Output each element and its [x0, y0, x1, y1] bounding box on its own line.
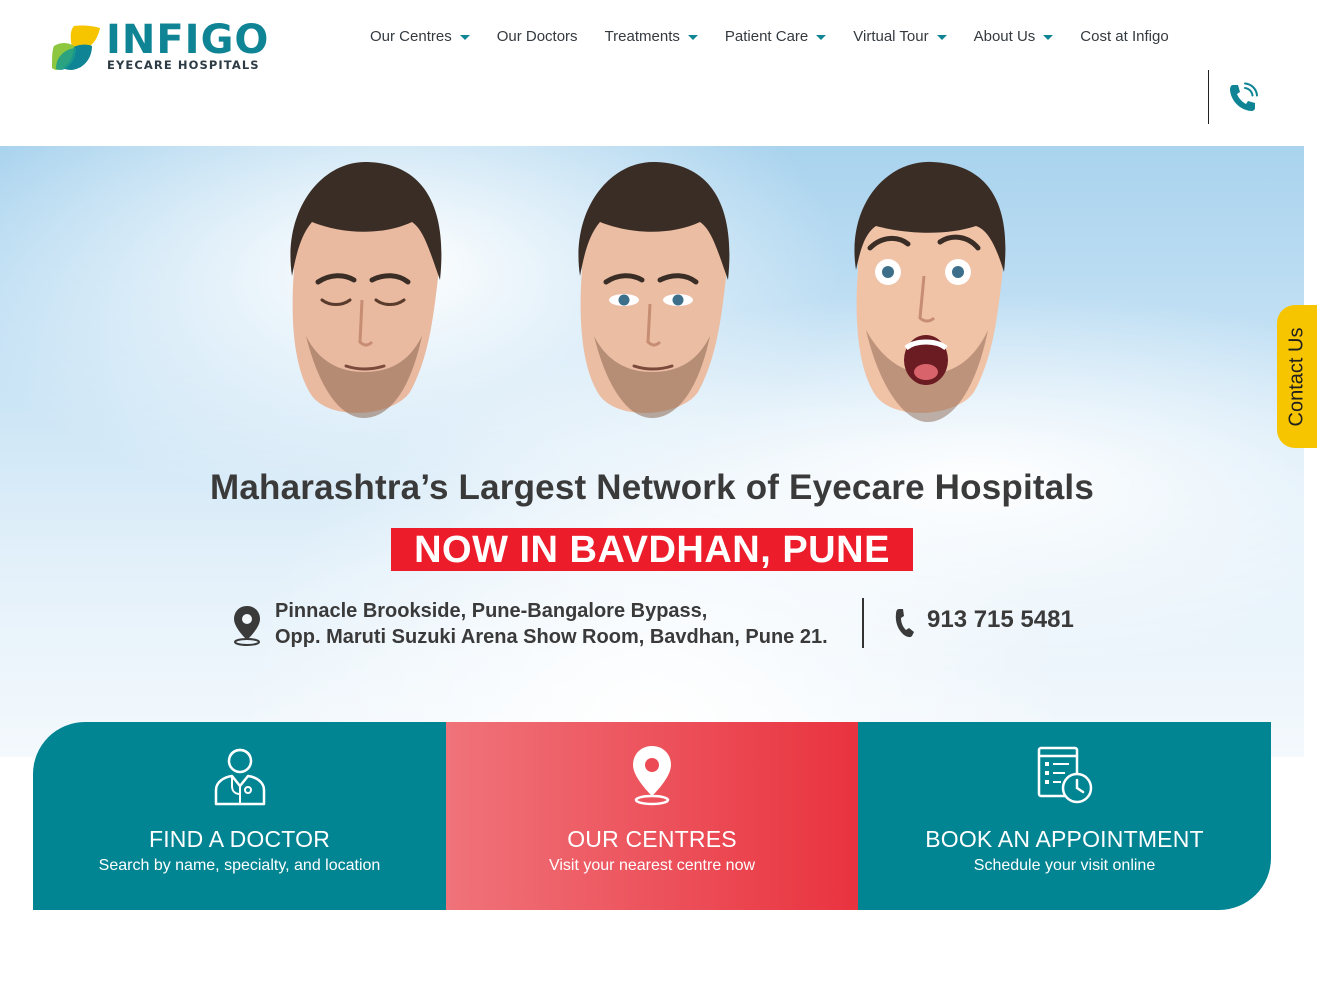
nav-patient-care[interactable]: Patient Care [724, 28, 827, 45]
nav-label: Patient Care [724, 28, 809, 45]
nav-label: Cost at Infigo [1080, 28, 1169, 45]
our-centres-card[interactable]: OUR CENTRES Visit your nearest centre no… [446, 722, 858, 910]
caret-down-icon [1043, 35, 1054, 40]
contact-us-tab[interactable]: Contact Us [1277, 305, 1317, 448]
address-divider [862, 598, 864, 648]
caret-down-icon [816, 35, 827, 40]
quick-action-cards: FIND A DOCTOR Search by name, specialty,… [33, 722, 1271, 910]
nav-label: Our Doctors [496, 28, 578, 45]
phone-icon[interactable] [1227, 82, 1259, 114]
nav-label: Virtual Tour [853, 28, 929, 45]
nav-label: Our Centres [370, 28, 452, 45]
hero-phone-number[interactable]: 913 715 5481 [927, 606, 1074, 634]
find-doctor-card[interactable]: FIND A DOCTOR Search by name, specialty,… [33, 722, 446, 910]
logo-tagline: EYECARE HOSPITALS [107, 58, 260, 72]
main-nav: Our Centres Our Doctors Treatments Patie… [370, 28, 1196, 45]
hero-location-banner: NOW IN BAVDHAN, PUNE [391, 528, 913, 571]
infigo-logo[interactable]: INFIGO EYECARE HOSPITALS [52, 18, 268, 76]
card-title: BOOK AN APPOINTMENT [925, 826, 1204, 852]
face-eyes-closed-image [290, 161, 442, 418]
hero-address: Pinnacle Brookside, Pune-Bangalore Bypas… [275, 598, 828, 650]
calendar-clock-icon [1037, 746, 1092, 804]
nav-cost-at-infigo[interactable]: Cost at Infigo [1080, 28, 1168, 45]
nav-our-centres[interactable]: Our Centres [370, 28, 470, 45]
caret-down-icon [459, 35, 470, 40]
address-line-1: Pinnacle Brookside, Pune-Bangalore Bypas… [275, 600, 708, 622]
nav-label: Treatments [604, 28, 680, 45]
nav-about-us[interactable]: About Us [974, 28, 1054, 45]
address-line-2: Opp. Maruti Suzuki Arena Show Room, Bavd… [275, 626, 828, 648]
nav-our-doctors[interactable]: Our Doctors [497, 28, 578, 45]
logo-mark-icon [52, 25, 100, 70]
caret-down-icon [936, 35, 947, 40]
site-header: INFIGO EYECARE HOSPITALS Our Centres Our… [0, 0, 1317, 146]
location-pin-icon [234, 606, 260, 646]
face-surprised-image [854, 161, 1006, 422]
header-divider [1208, 70, 1209, 124]
nav-treatments[interactable]: Treatments [605, 28, 698, 45]
nav-label: About Us [973, 28, 1036, 45]
nav-virtual-tour[interactable]: Virtual Tour [853, 28, 947, 45]
logo-wordmark: INFIGO [106, 17, 270, 63]
doctor-icon [214, 748, 265, 806]
hero-title: Maharashtra’s Largest Network of Eyecare… [209, 468, 1095, 507]
contact-us-label: Contact Us [1285, 327, 1308, 426]
phone-icon [895, 609, 914, 638]
card-subtitle: Schedule your visit online [973, 857, 1156, 874]
card-subtitle: Visit your nearest centre now [548, 857, 756, 874]
card-subtitle: Search by name, specialty, and location [98, 857, 381, 874]
location-pin-icon [633, 746, 671, 806]
card-title: OUR CENTRES [567, 826, 737, 852]
book-appointment-card[interactable]: BOOK AN APPOINTMENT Schedule your visit … [858, 722, 1271, 910]
caret-down-icon [687, 35, 698, 40]
face-eyes-open-image [578, 161, 730, 418]
card-title: FIND A DOCTOR [148, 826, 331, 852]
hero-banner[interactable]: Maharashtra’s Largest Network of Eyecare… [0, 146, 1304, 757]
